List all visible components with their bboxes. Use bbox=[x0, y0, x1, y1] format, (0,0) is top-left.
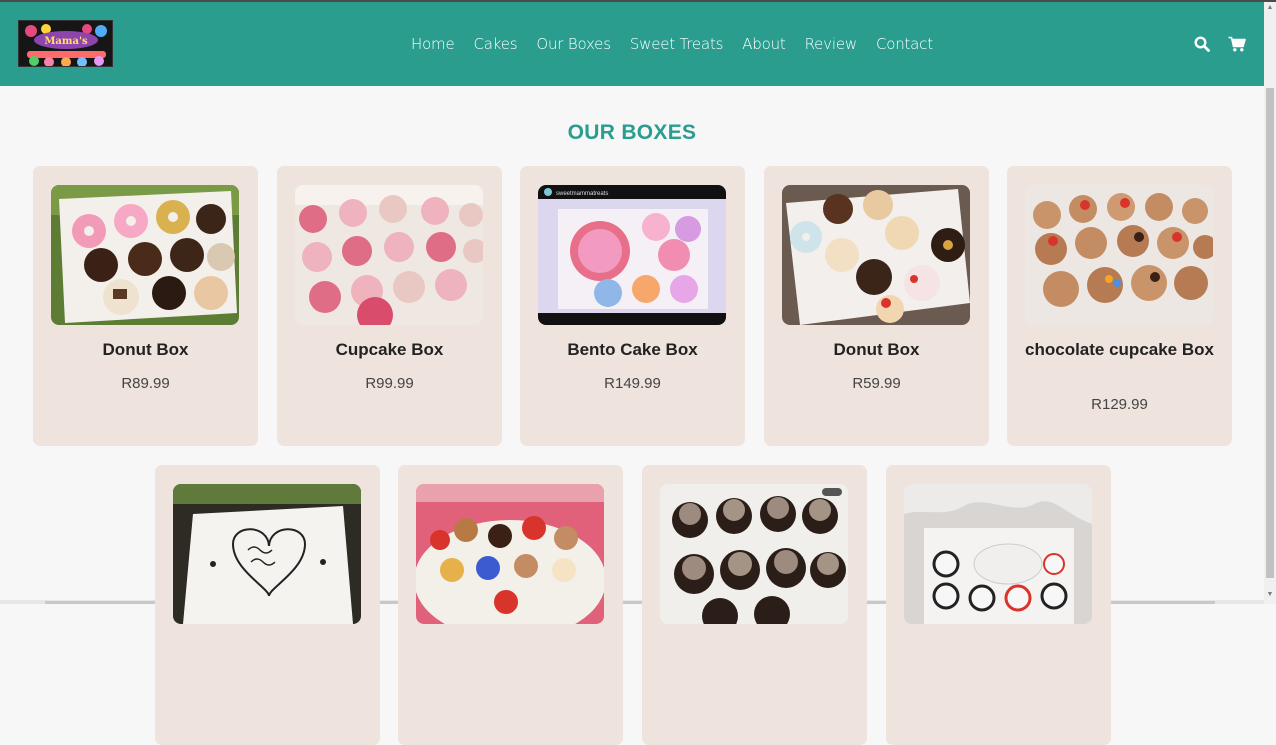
nav-link-contact[interactable]: Contact bbox=[876, 35, 933, 53]
product-image-donut-box[interactable] bbox=[51, 185, 239, 325]
product-card-donut-box-2[interactable]: Donut Box R59.99 bbox=[764, 166, 989, 446]
product-price: R59.99 bbox=[852, 375, 901, 392]
product-card-oreo-cupcake-box[interactable] bbox=[642, 465, 867, 745]
product-image-chocolate-cupcake-box[interactable] bbox=[1025, 185, 1213, 325]
product-image-oreo-cupcake-box[interactable] bbox=[660, 484, 848, 624]
section-title: OUR BOXES bbox=[567, 121, 697, 144]
product-card-dessert-platter[interactable] bbox=[398, 465, 623, 745]
scrollbar-thumb[interactable] bbox=[1266, 88, 1274, 578]
nav-link-home[interactable]: Home bbox=[411, 35, 455, 53]
product-card-donut-box[interactable]: Donut Box R89.99 bbox=[33, 166, 258, 446]
product-card-bento-cake-box[interactable]: sweetmammatreats Bento Cake Box R149.99 bbox=[520, 166, 745, 446]
cart-icon[interactable] bbox=[1228, 36, 1246, 57]
nav-link-cakes[interactable]: Cakes bbox=[474, 35, 518, 53]
product-image-bento-cake-box[interactable]: sweetmammatreats bbox=[538, 185, 726, 325]
product-name: Cupcake Box bbox=[335, 340, 444, 359]
svg-text:Mama's: Mama's bbox=[44, 36, 88, 47]
product-image-donut-box-2[interactable] bbox=[782, 185, 970, 325]
product-image-mini-cake-box[interactable] bbox=[904, 484, 1092, 624]
product-card-chocolate-cupcake-box[interactable]: chocolate cupcake Box R129.99 bbox=[1007, 166, 1232, 446]
product-card-cupcake-box[interactable]: Cupcake Box R99.99 bbox=[277, 166, 502, 446]
product-image-dessert-platter[interactable] bbox=[416, 484, 604, 624]
product-name: Donut Box bbox=[102, 340, 189, 359]
product-card-bento-cake[interactable] bbox=[155, 465, 380, 745]
scroll-up-arrow-icon[interactable]: ▲ bbox=[1266, 3, 1274, 13]
product-price: R89.99 bbox=[121, 375, 170, 392]
product-price: R99.99 bbox=[365, 375, 414, 392]
scroll-down-arrow-icon[interactable]: ▼ bbox=[1266, 590, 1274, 600]
image-caption: sweetmammatreats bbox=[556, 191, 608, 197]
navbar: Mama's Home Cakes Our Boxes Sweet Treats… bbox=[0, 2, 1264, 86]
main-nav: Home Cakes Our Boxes Sweet Treats About … bbox=[411, 35, 952, 53]
product-price: R149.99 bbox=[604, 375, 661, 392]
product-name: Donut Box bbox=[833, 340, 920, 359]
bakery-logo[interactable]: Mama's bbox=[18, 20, 113, 67]
product-image-cupcake-box[interactable] bbox=[295, 185, 483, 325]
nav-link-about[interactable]: About bbox=[742, 35, 786, 53]
product-card-mini-cake-box[interactable] bbox=[886, 465, 1111, 745]
product-image-bento-cake[interactable] bbox=[173, 484, 361, 624]
product-name: chocolate cupcake Box bbox=[1025, 340, 1214, 359]
product-price: R129.99 bbox=[1091, 396, 1148, 413]
nav-link-sweet-treats[interactable]: Sweet Treats bbox=[630, 35, 724, 53]
search-icon[interactable] bbox=[1194, 36, 1210, 57]
nav-link-review[interactable]: Review bbox=[805, 35, 858, 53]
nav-link-our-boxes[interactable]: Our Boxes bbox=[536, 35, 611, 53]
product-name: Bento Cake Box bbox=[567, 340, 698, 359]
